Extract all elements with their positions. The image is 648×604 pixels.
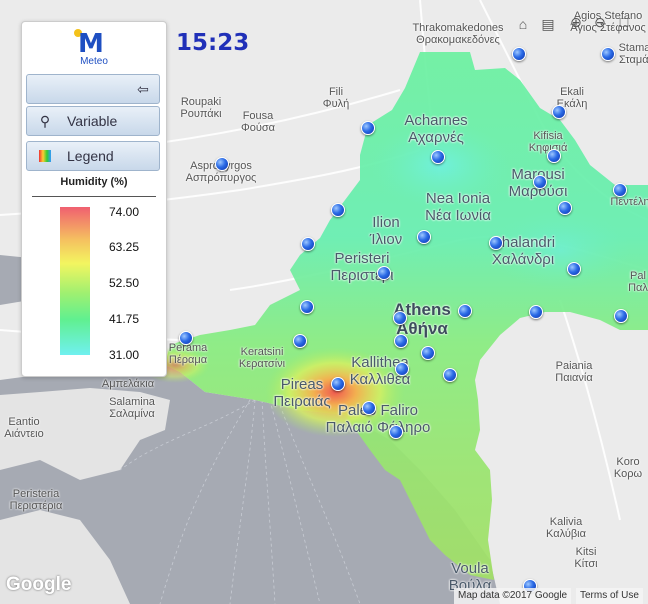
station-marker[interactable] xyxy=(293,334,307,348)
label-thrakomakedones: Thrakomakedones Θρακομακεδόνες xyxy=(412,22,504,46)
label-pireas: Pireas Πειραιάς xyxy=(273,376,331,410)
label-keratsini: Keratsini Κερατσίνι xyxy=(238,346,286,370)
label-peristeria: Peristeria Περιστέρια xyxy=(9,488,63,512)
label-ilion: Ilion Ίλιον xyxy=(369,214,403,248)
station-marker[interactable] xyxy=(377,266,391,280)
station-marker[interactable] xyxy=(489,236,503,250)
legend-color-bar xyxy=(60,207,90,355)
control-panel: M Meteo ⇦ ⚲ Variable Legend Humidity (%)… xyxy=(21,21,167,377)
legend-tick: 52.50 xyxy=(108,276,140,290)
logo-text: Meteo xyxy=(80,56,108,67)
label-ampelakia: Αμπελάκια xyxy=(101,378,155,390)
zoom-out-icon[interactable]: ⊖ xyxy=(592,14,608,30)
variable-button[interactable]: ⚲ Variable xyxy=(26,106,160,136)
label-pal: Pal Παλ xyxy=(628,270,648,294)
search-icon: ⚲ xyxy=(39,113,51,129)
station-marker[interactable] xyxy=(421,346,435,360)
station-marker[interactable] xyxy=(300,300,314,314)
station-marker[interactable] xyxy=(601,47,615,61)
station-marker[interactable] xyxy=(215,157,229,171)
station-marker[interactable] xyxy=(394,334,408,348)
station-marker[interactable] xyxy=(417,230,431,244)
clock-time: 15:23 xyxy=(176,30,250,56)
station-marker[interactable] xyxy=(613,183,627,197)
station-marker[interactable] xyxy=(179,331,193,345)
color-gradient-icon xyxy=(39,150,51,162)
legend-tick: 31.00 xyxy=(108,348,140,362)
station-marker[interactable] xyxy=(331,203,345,217)
label-stamata: StamatΣταμάτ xyxy=(618,42,648,66)
station-marker[interactable] xyxy=(558,201,572,215)
map-data-attribution: Map data ©2017 Google xyxy=(454,588,572,604)
station-marker[interactable] xyxy=(395,362,409,376)
station-marker[interactable] xyxy=(362,401,376,415)
station-marker[interactable] xyxy=(331,377,345,391)
label-paiania: Paiania Παιανία xyxy=(555,360,593,384)
station-marker[interactable] xyxy=(361,121,375,135)
collapse-panel-button[interactable]: ⇦ xyxy=(26,74,160,104)
legend-button-label: Legend xyxy=(67,148,114,164)
label-eantio: Eantio Αιάντειο xyxy=(4,416,44,440)
station-marker[interactable] xyxy=(533,175,547,189)
station-marker[interactable] xyxy=(301,237,315,251)
label-paleo-faliro: Paleo Faliro Παλαιό Φάληρο xyxy=(325,402,431,436)
variable-button-label: Variable xyxy=(67,113,118,129)
legend-title: Humidity (%) xyxy=(60,176,128,188)
label-kalyvia: Kalivia Καλύβια xyxy=(546,516,586,540)
legend-tick: 74.00 xyxy=(108,205,140,219)
label-perama: Perama Πέραμα xyxy=(168,342,208,366)
station-marker[interactable] xyxy=(431,150,445,164)
meteo-logo[interactable]: M Meteo xyxy=(22,26,166,68)
station-marker[interactable] xyxy=(458,304,472,318)
label-acharnes: Acharnes Αχαρνές xyxy=(404,112,468,146)
station-marker[interactable] xyxy=(443,368,457,382)
label-fili: Fili Φυλή xyxy=(322,86,350,110)
zoom-in-icon[interactable]: ⊕ xyxy=(568,14,584,30)
legend-tick: 41.75 xyxy=(108,312,140,326)
station-marker[interactable] xyxy=(547,149,561,163)
label-nea-ionia: Nea Ionia Νέα Ιωνία xyxy=(425,190,491,224)
label-kitsi: Kitsi Κίτσι xyxy=(574,546,598,570)
legend-button[interactable]: Legend xyxy=(26,141,160,171)
google-logo: Google xyxy=(6,574,72,595)
logo-m-mark: M xyxy=(78,29,104,59)
station-marker[interactable] xyxy=(512,47,526,61)
station-marker[interactable] xyxy=(614,309,628,323)
fullscreen-icon[interactable]: □ xyxy=(616,14,632,30)
arrow-left-icon: ⇦ xyxy=(137,81,149,97)
label-penteli: Πεντέλη xyxy=(610,196,648,208)
station-marker[interactable] xyxy=(552,105,566,119)
label-fousa: Fousa Φούσα xyxy=(240,110,276,134)
label-salamina: Salamina Σαλαμίνα xyxy=(109,396,155,420)
station-marker[interactable] xyxy=(567,262,581,276)
label-korop: Koro Κορω xyxy=(613,456,643,480)
label-roupaki: Roupaki Ρουπάκι xyxy=(180,96,222,120)
legend-divider xyxy=(32,196,156,197)
home-icon[interactable]: ⌂ xyxy=(515,16,531,32)
terms-of-use-link[interactable]: Terms of Use xyxy=(576,588,643,604)
layers-icon[interactable]: ▤ xyxy=(540,16,556,32)
station-marker[interactable] xyxy=(529,305,543,319)
legend-tick: 63.25 xyxy=(108,240,140,254)
station-marker[interactable] xyxy=(393,311,407,325)
station-marker[interactable] xyxy=(389,425,403,439)
